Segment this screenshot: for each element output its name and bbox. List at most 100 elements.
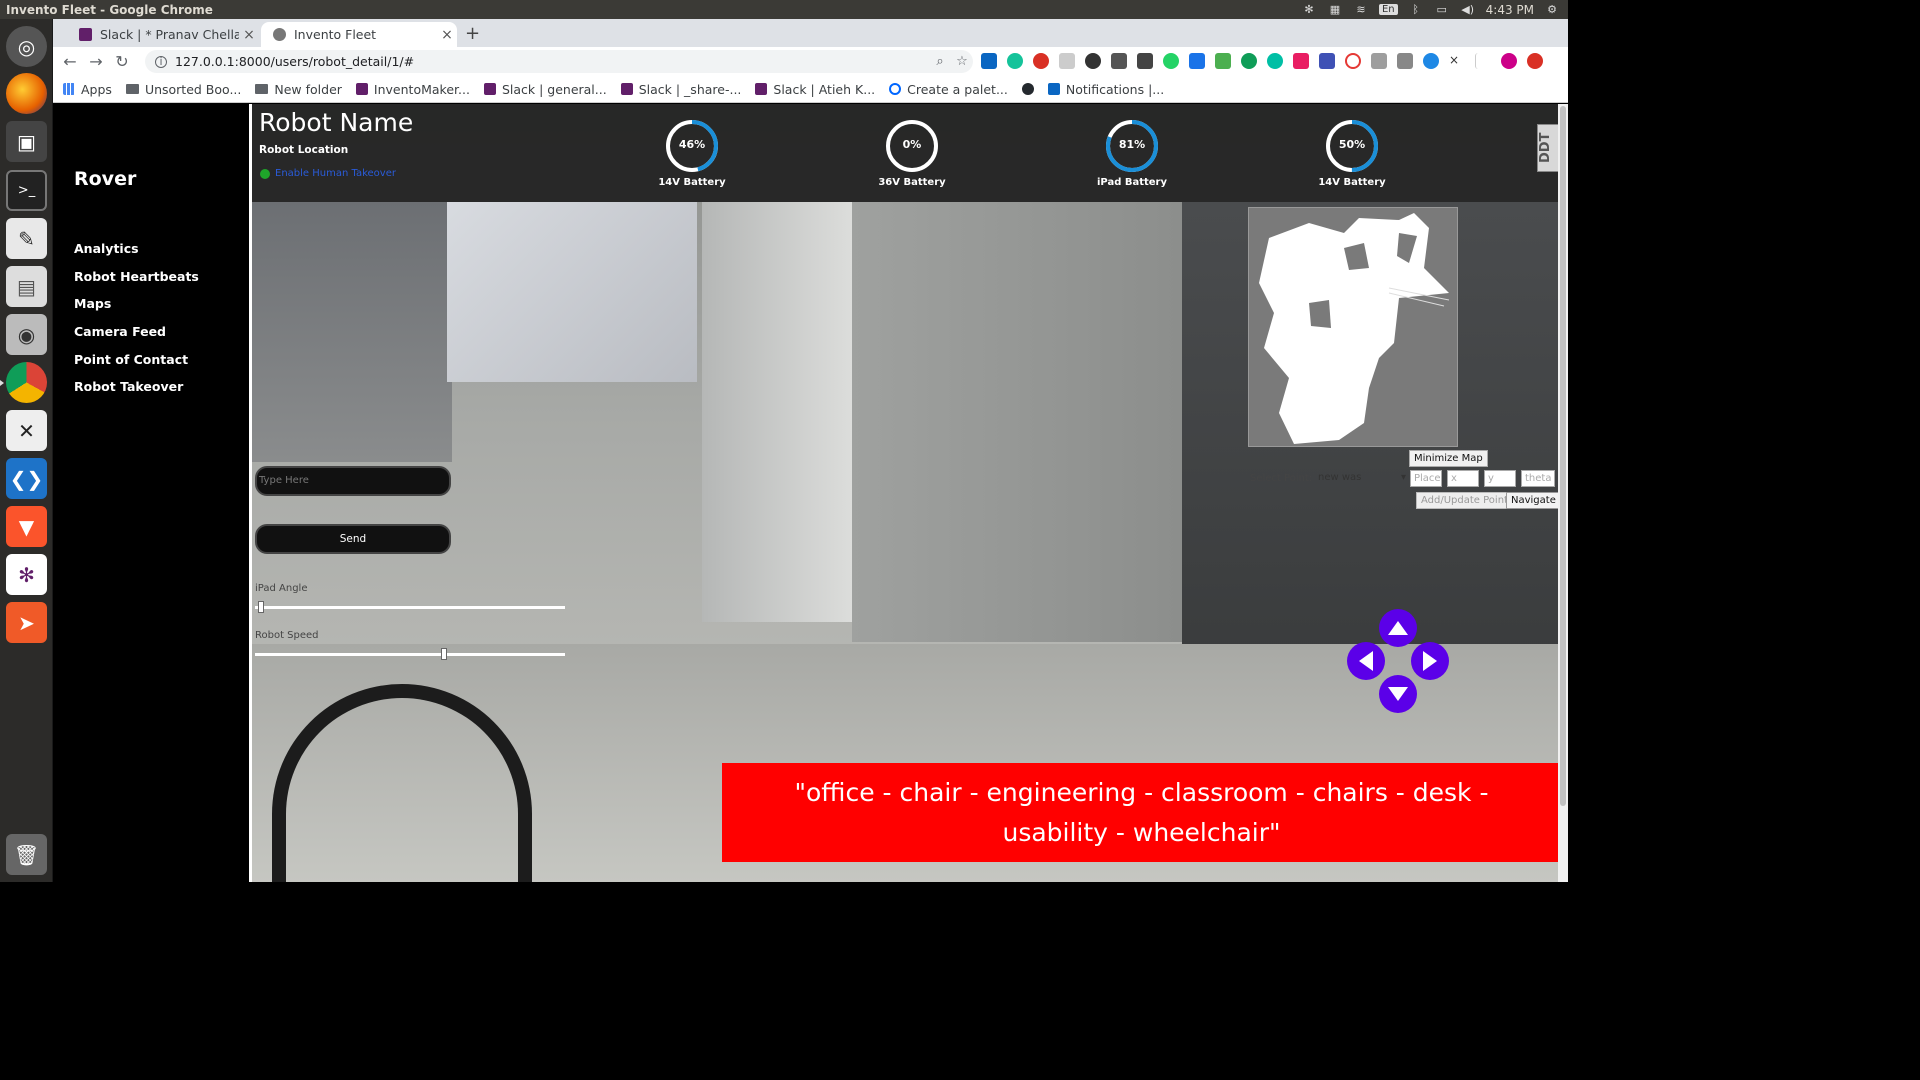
bookmark-link[interactable]: Create a palet... <box>889 82 1008 97</box>
move-up-button[interactable] <box>1379 609 1417 647</box>
vscode-icon[interactable]: ❮❯ <box>6 458 47 499</box>
slider-handle[interactable] <box>258 601 265 613</box>
extension-icon[interactable] <box>1345 53 1361 69</box>
eyedropper-extension-icon[interactable] <box>1397 53 1413 69</box>
back-arrow-icon[interactable]: ← <box>57 52 83 71</box>
update-indicator-icon[interactable] <box>1527 53 1543 69</box>
address-bar[interactable]: i 127.0.0.1:8000/users/robot_detail/1/# … <box>145 50 973 73</box>
forward-arrow-icon[interactable]: → <box>83 52 109 71</box>
sidebar-item-analytics[interactable]: Analytics <box>74 240 199 268</box>
x-input[interactable]: x <box>1447 470 1479 487</box>
occupancy-map[interactable] <box>1248 207 1458 447</box>
firefox-icon[interactable] <box>6 73 47 114</box>
postman-icon[interactable]: ➤ <box>6 602 47 643</box>
mute-tab-icon[interactable]: × <box>1449 53 1465 69</box>
wifi-icon[interactable]: ≋ <box>1353 3 1369 16</box>
move-right-button[interactable] <box>1411 642 1449 680</box>
navigate-button[interactable]: Navigate <box>1506 492 1558 509</box>
ddt-side-tab[interactable]: DDT <box>1537 124 1558 172</box>
extension-icon[interactable] <box>1215 53 1231 69</box>
camera-scene-shelf <box>252 202 452 462</box>
move-down-button[interactable] <box>1379 675 1417 713</box>
place-input[interactable]: Place <box>1410 470 1442 487</box>
text-editor-icon[interactable]: ✎ <box>6 218 47 259</box>
sidebar-item-robot-heartbeats[interactable]: Robot Heartbeats <box>74 268 199 296</box>
select-point-dropdown[interactable]: new was ▾ <box>1318 472 1406 483</box>
page-scrollbar[interactable] <box>1558 104 1568 882</box>
bookmark-link[interactable]: Slack | general... <box>483 82 607 97</box>
linkedin-extension-icon[interactable] <box>981 53 997 69</box>
sidebar-item-camera-feed[interactable]: Camera Feed <box>74 323 199 351</box>
minimize-map-button[interactable]: Minimize Map <box>1409 450 1488 467</box>
notification-extension-icon[interactable] <box>1033 53 1049 69</box>
slack-app-icon[interactable]: ✻ <box>6 554 47 595</box>
enable-takeover-link[interactable]: Enable Human Takeover <box>260 168 396 179</box>
extension-icon[interactable] <box>1371 53 1387 69</box>
bookmark-folder[interactable]: Unsorted Boo... <box>125 82 241 97</box>
add-update-point-button[interactable]: Add/Update Point <box>1416 492 1513 509</box>
tab-slack[interactable]: Slack | * Pranav Chellaguri × <box>67 22 259 47</box>
bookmark-link[interactable]: InventoMaker... <box>355 82 470 97</box>
extension-icon[interactable] <box>1059 53 1075 69</box>
reload-icon[interactable]: ↻ <box>109 52 135 71</box>
zoom-icon[interactable]: ⌕ <box>929 54 951 69</box>
terminal-icon[interactable]: >_ <box>6 170 47 211</box>
brave-icon[interactable]: ▼ <box>6 506 47 547</box>
close-tab-icon[interactable]: × <box>239 27 259 43</box>
sidebar-item-maps[interactable]: Maps <box>74 295 199 323</box>
bookmark-link[interactable]: Slack | _share-... <box>620 82 741 97</box>
slider-handle[interactable] <box>441 648 447 660</box>
workspace-grid-icon[interactable]: ▦ <box>1327 3 1343 16</box>
whatsapp-extension-icon[interactable] <box>1163 53 1179 69</box>
ipad-angle-slider[interactable] <box>255 601 565 613</box>
url-text[interactable]: 127.0.0.1:8000/users/robot_detail/1/# <box>175 54 929 69</box>
clock[interactable]: 4:43 PM <box>1486 3 1534 17</box>
bookmark-folder[interactable]: New folder <box>255 82 342 97</box>
theta-input[interactable]: theta <box>1521 470 1555 487</box>
sidebar-item-robot-takeover[interactable]: Robot Takeover <box>74 378 199 406</box>
sidebar-item-point-of-contact[interactable]: Point of Contact <box>74 351 199 379</box>
close-tab-icon[interactable]: × <box>437 27 457 43</box>
folder-icon <box>255 84 269 94</box>
extension-icon[interactable] <box>1267 53 1283 69</box>
bookmark-link[interactable]: Notifications |... <box>1047 82 1164 97</box>
y-input[interactable]: y <box>1484 470 1516 487</box>
avatar[interactable] <box>1501 53 1517 69</box>
new-tab-icon[interactable]: + <box>465 23 480 44</box>
workspace-switcher-icon[interactable]: ▣ <box>6 121 47 162</box>
extension-icon[interactable] <box>1293 53 1309 69</box>
extension-icon[interactable] <box>1137 53 1153 69</box>
site-info-icon[interactable]: i <box>155 55 167 68</box>
extension-icon[interactable] <box>1189 53 1205 69</box>
robot-speed-slider[interactable] <box>255 648 565 660</box>
brand-title[interactable]: Rover <box>74 168 136 190</box>
tab-invento-fleet[interactable]: Invento Fleet × <box>261 22 457 47</box>
battery-icon[interactable]: ▭ <box>1434 3 1450 16</box>
keyboard-language-indicator[interactable]: En <box>1378 4 1398 15</box>
trash-icon[interactable]: 🗑 <box>6 834 47 875</box>
bookmark-link[interactable]: Slack | Atieh K... <box>755 82 875 97</box>
reading-list-icon[interactable] <box>1475 53 1491 69</box>
extension-icon[interactable] <box>1241 53 1257 69</box>
scrollbar-thumb[interactable] <box>1560 106 1566 806</box>
grammarly-extension-icon[interactable] <box>1007 53 1023 69</box>
extension-icon[interactable] <box>1111 53 1127 69</box>
slack-tray-icon[interactable]: ✻ <box>1301 3 1317 16</box>
camera-app-icon[interactable]: ◉ <box>6 314 47 355</box>
volume-icon[interactable]: ◀) <box>1460 3 1476 16</box>
chrome-icon[interactable] <box>6 362 47 403</box>
send-button[interactable]: Send <box>255 524 451 554</box>
extension-icon[interactable] <box>1085 53 1101 69</box>
move-left-button[interactable] <box>1347 642 1385 680</box>
extension-icon[interactable] <box>1423 53 1439 69</box>
gear-icon[interactable]: ⚙ <box>1544 3 1560 16</box>
xmind-icon[interactable]: ✕ <box>6 410 47 451</box>
translate-extension-icon[interactable] <box>1319 53 1335 69</box>
ubuntu-dash-icon[interactable]: ◎ <box>6 26 47 67</box>
bookmark-apps[interactable]: Apps <box>63 82 112 97</box>
message-input[interactable]: Type Here <box>255 466 451 496</box>
bookmark-star-icon[interactable]: ☆ <box>951 54 973 69</box>
bookmark-link[interactable] <box>1021 83 1034 95</box>
file-manager-icon[interactable]: ▤ <box>6 266 47 307</box>
bluetooth-icon[interactable]: ᛒ <box>1408 3 1424 16</box>
